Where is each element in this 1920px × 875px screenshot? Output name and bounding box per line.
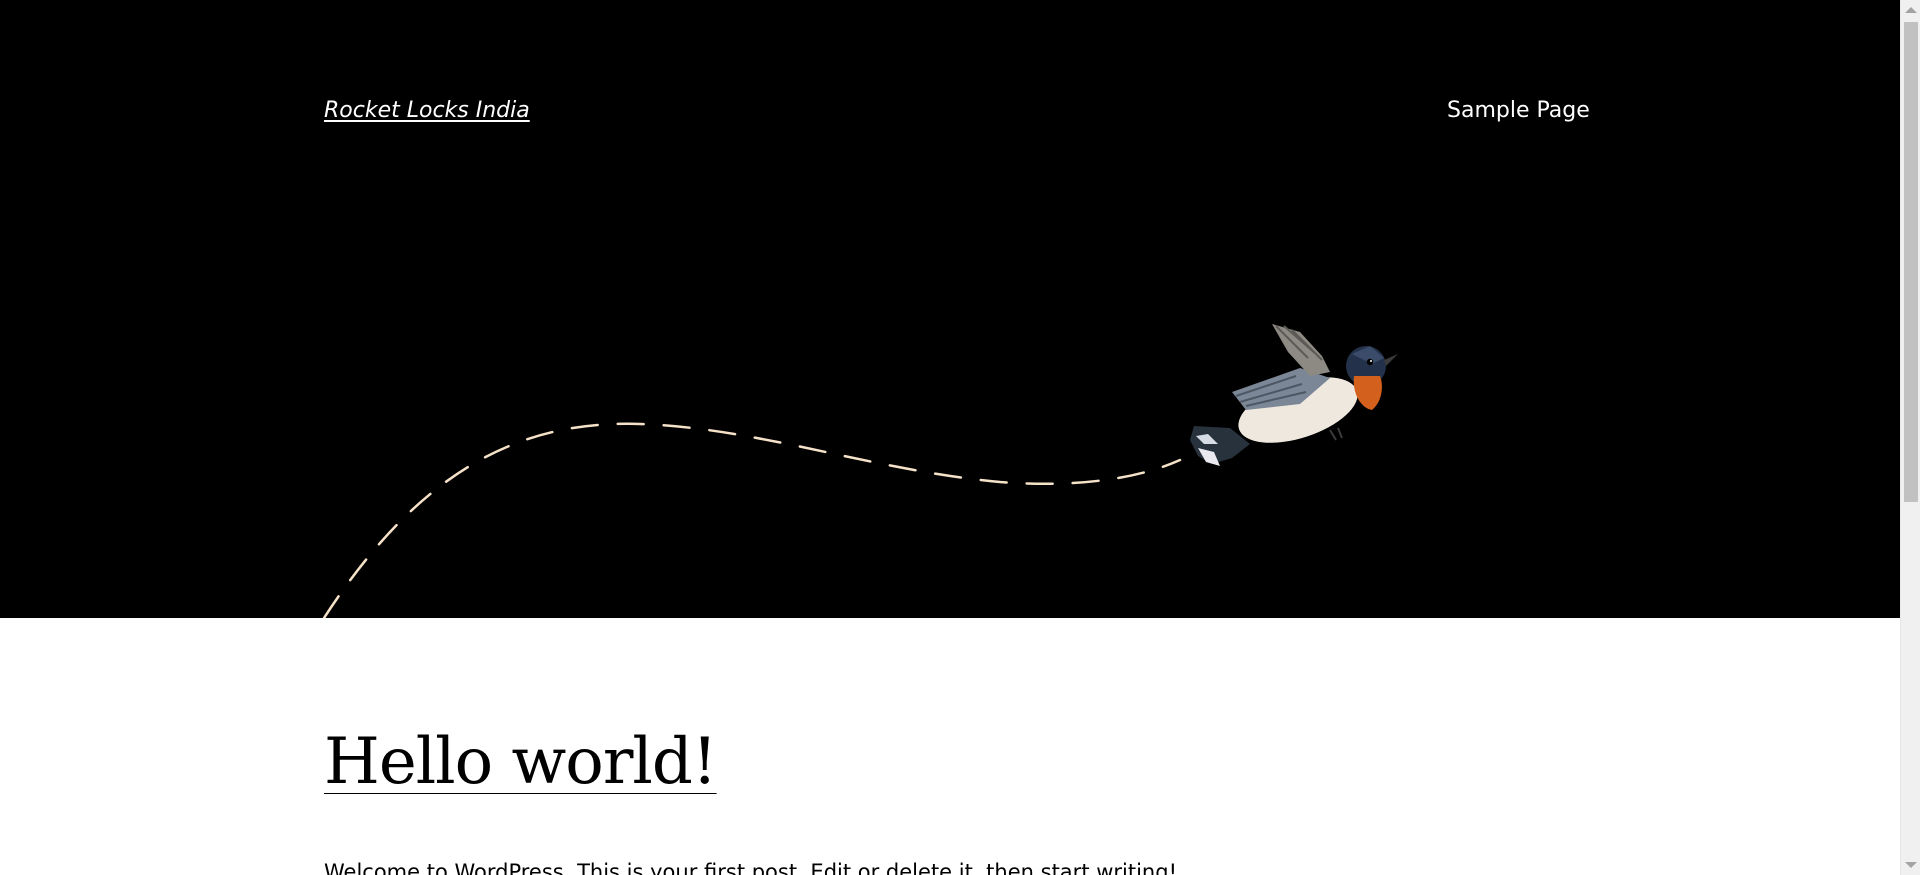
scroll-up-icon[interactable] [1905, 7, 1917, 13]
hero-illustration [322, 324, 1398, 618]
scroll-down-icon[interactable] [1905, 862, 1917, 868]
page: Rocket Locks India Sample Page Hello wor… [0, 0, 1920, 875]
flight-path [322, 422, 1182, 618]
post-excerpt: Welcome to WordPress. This is your first… [324, 860, 1177, 875]
site-header: Rocket Locks India Sample Page [0, 0, 1900, 618]
scroll-thumb[interactable] [1904, 22, 1918, 502]
post-title-link[interactable]: Hello world! [324, 730, 718, 794]
bird-icon [1190, 324, 1398, 466]
main-content: Hello world! Welcome to WordPress. This … [0, 618, 1900, 875]
vertical-scrollbar[interactable] [1900, 0, 1920, 875]
